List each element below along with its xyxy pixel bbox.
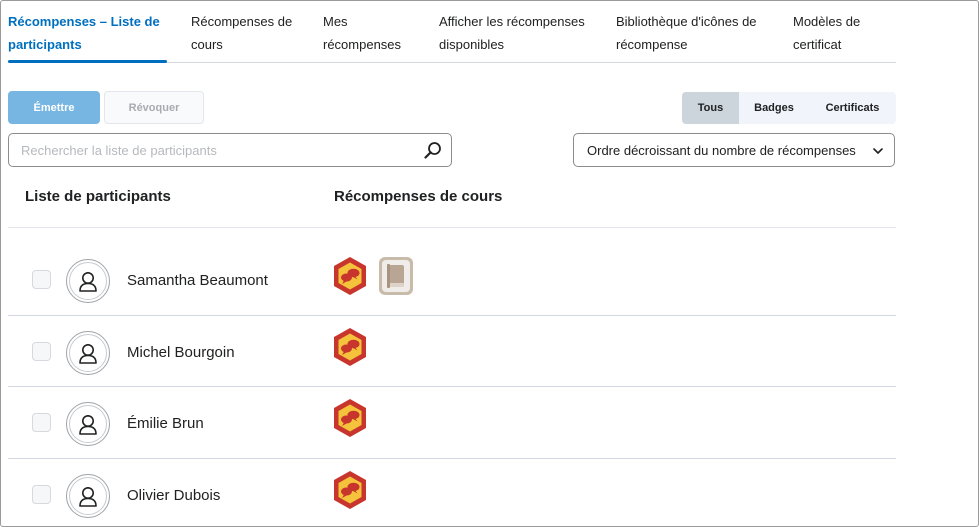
participant-name: Michel Bourgoin — [127, 344, 235, 361]
tab-available-awards[interactable]: Afficher les récompenses disponibles — [439, 1, 592, 62]
row-checkbox[interactable] — [32, 270, 51, 289]
filter-all-button[interactable]: Tous — [682, 92, 739, 124]
sort-select-value: Ordre décroissant du nombre de récompens… — [587, 143, 856, 158]
participants-column-header: Liste de participants — [25, 188, 171, 205]
table-row: Émilie Brun — [8, 387, 896, 459]
participant-name: Olivier Dubois — [127, 487, 221, 504]
person-icon — [79, 486, 97, 507]
row-checkbox[interactable] — [32, 485, 51, 504]
row-checkbox[interactable] — [32, 342, 51, 361]
filter-badges-button[interactable]: Badges — [739, 92, 809, 124]
app-frame: Récompenses – Liste de participants Réco… — [0, 0, 979, 527]
speech-bubble-badge-icon[interactable] — [332, 256, 368, 296]
chevron-down-icon — [873, 148, 883, 154]
person-icon — [79, 271, 97, 292]
revoke-button[interactable]: Révoquer — [104, 91, 204, 124]
table-row: Olivier Dubois — [8, 459, 896, 526]
search-icon[interactable] — [424, 141, 442, 159]
avatar — [66, 259, 110, 303]
table-row: Michel Bourgoin — [8, 316, 896, 387]
search-box — [8, 133, 452, 167]
tab-award-icon-library[interactable]: Bibliothèque d'icônes de récompense — [616, 1, 769, 62]
row-checkbox[interactable] — [32, 413, 51, 432]
filter-certificates-button[interactable]: Certificats — [809, 92, 896, 124]
awards-page: Récompenses – Liste de participants Réco… — [8, 1, 896, 518]
tab-my-awards[interactable]: Mes récompenses — [323, 1, 415, 62]
participant-name: Émilie Brun — [127, 415, 204, 432]
book-badge-icon[interactable] — [378, 256, 414, 296]
speech-bubble-badge-icon[interactable] — [332, 327, 368, 367]
speech-bubble-badge-icon[interactable] — [332, 470, 368, 510]
tab-certificate-templates[interactable]: Modèles de certificat — [793, 1, 883, 62]
avatar — [66, 402, 110, 446]
sort-select[interactable]: Ordre décroissant du nombre de récompens… — [573, 133, 895, 167]
participant-name: Samantha Beaumont — [127, 272, 268, 289]
person-icon — [79, 414, 97, 435]
avatar — [66, 331, 110, 375]
tab-bar: Récompenses – Liste de participants Réco… — [8, 1, 896, 63]
tab-awards-classlist[interactable]: Récompenses – Liste de participants — [8, 1, 167, 63]
avatar — [66, 474, 110, 518]
issue-button[interactable]: Émettre — [8, 91, 100, 124]
award-type-filter: Tous Badges Certificats — [682, 92, 896, 124]
awards-column-header: Récompenses de cours — [334, 188, 503, 205]
person-icon — [79, 343, 97, 364]
search-input[interactable] — [21, 134, 411, 166]
table-row: Samantha Beaumont — [8, 228, 896, 316]
speech-bubble-badge-icon[interactable] — [332, 398, 368, 438]
tab-course-awards[interactable]: Récompenses de cours — [191, 1, 299, 62]
